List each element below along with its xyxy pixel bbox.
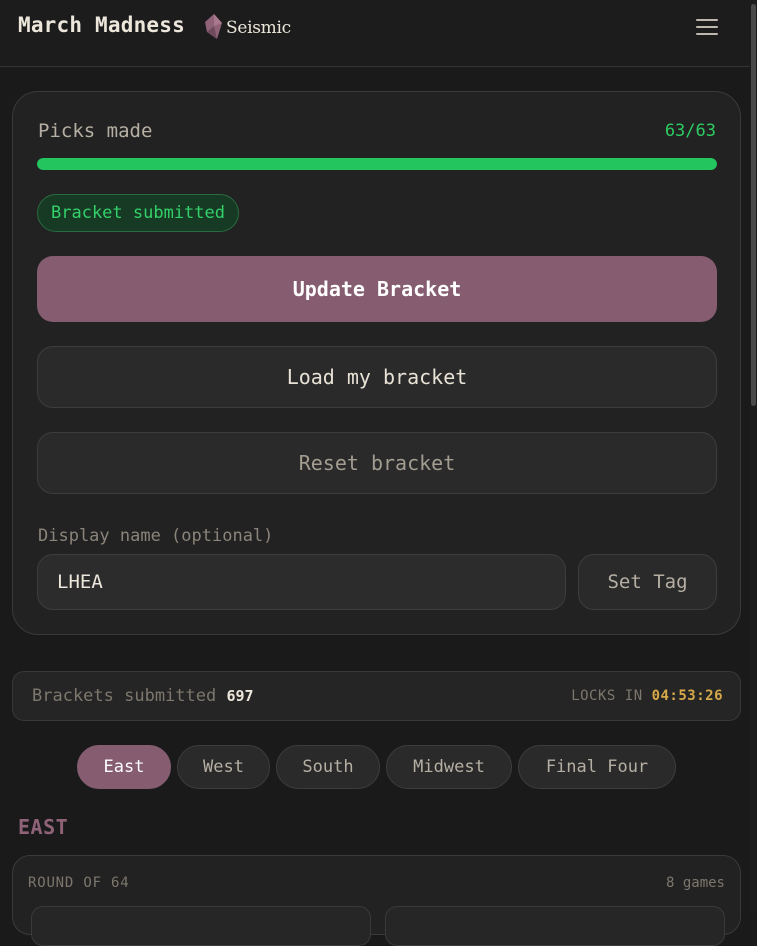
tab-south[interactable]: South: [276, 745, 380, 789]
tab-midwest[interactable]: Midwest: [386, 745, 512, 789]
scrollbar-thumb[interactable]: [751, 4, 756, 406]
round-games-count: 8 games: [665, 875, 725, 891]
top-bar: March Madness Seismic: [0, 0, 757, 67]
locks-label: LOCKS IN: [571, 688, 643, 704]
region-title: EAST: [18, 815, 69, 839]
hamburger-menu-icon[interactable]: [694, 15, 722, 39]
brackets-submitted: Brackets submitted 697: [32, 686, 254, 706]
round-card: ROUND OF 64 8 games: [12, 855, 741, 946]
picks-progress-bar: [37, 158, 717, 170]
gem-icon: [205, 14, 222, 39]
brackets-submitted-count: 697: [226, 687, 254, 705]
brackets-submitted-label: Brackets submitted: [32, 686, 217, 706]
update-bracket-button[interactable]: Update Bracket: [37, 256, 717, 322]
locks-countdown: LOCKS IN 04:53:26: [571, 688, 723, 704]
brand-name: Seismic: [226, 18, 291, 38]
locks-time: 04:53:26: [651, 688, 723, 704]
stats-bar: Brackets submitted 697 LOCKS IN 04:53:26: [12, 671, 741, 721]
tab-west[interactable]: West: [177, 745, 270, 789]
set-tag-button[interactable]: Set Tag: [578, 554, 717, 610]
picks-count: 63/63: [664, 121, 716, 141]
status-badge: Bracket submitted: [37, 194, 239, 232]
bracket-card: Picks made 63/63 Bracket submitted Updat…: [12, 91, 741, 635]
game-slot[interactable]: [31, 906, 371, 946]
tab-final-four[interactable]: Final Four: [518, 745, 676, 789]
round-label: ROUND OF 64: [28, 875, 130, 891]
tab-east[interactable]: East: [77, 745, 171, 789]
game-slot[interactable]: [385, 906, 725, 946]
picks-label: Picks made: [38, 120, 153, 142]
display-name-input[interactable]: [37, 554, 566, 610]
load-bracket-button[interactable]: Load my bracket: [37, 346, 717, 408]
reset-bracket-button[interactable]: Reset bracket: [37, 432, 717, 494]
picks-progress-fill: [37, 158, 717, 170]
app-title: March Madness: [18, 13, 185, 37]
display-name-label: Display name (optional): [38, 526, 274, 546]
